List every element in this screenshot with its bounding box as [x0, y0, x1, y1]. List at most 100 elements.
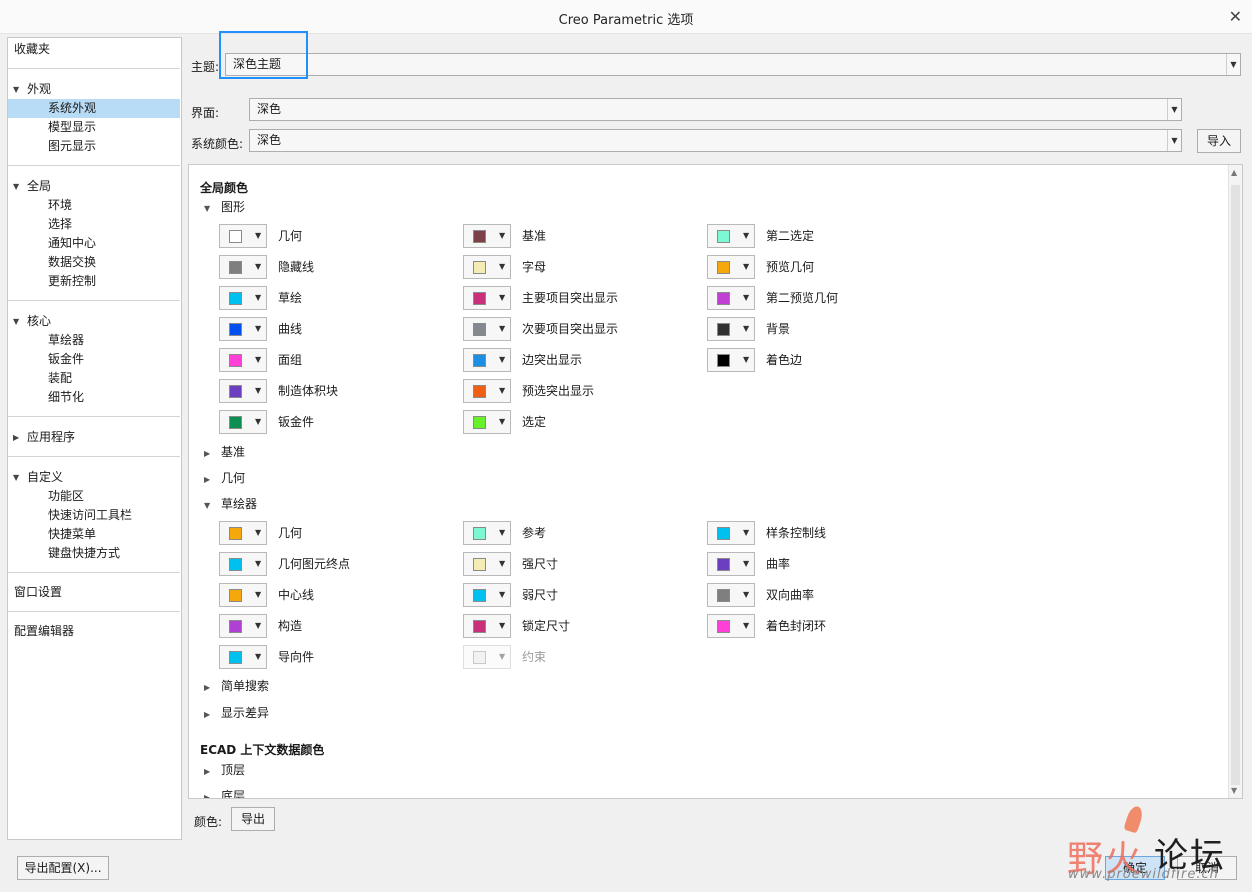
nav-item-shortcut-menus[interactable]: 快捷菜单 [8, 525, 96, 544]
nav-group-appearance[interactable]: ▼ 外观 [8, 80, 51, 99]
export-button[interactable]: 导出 [231, 807, 275, 831]
dropdown-arrow-icon[interactable]: ▼ [255, 523, 261, 543]
dropdown-arrow-icon[interactable]: ▼ [499, 412, 505, 432]
color-picker-button[interactable]: ▼ [463, 348, 511, 372]
sketcher-group-header[interactable]: ▼ 草绘器 [204, 495, 257, 513]
dropdown-arrow-icon[interactable]: ▼ [255, 554, 261, 574]
nav-item-environment[interactable]: 环境 [8, 196, 72, 215]
color-picker-button[interactable]: ▼ [707, 317, 755, 341]
dropdown-arrow-icon[interactable]: ▼ [499, 523, 505, 543]
dropdown-arrow-icon[interactable]: ▼ [499, 554, 505, 574]
dropdown-arrow-icon[interactable]: ▼ [743, 257, 749, 277]
dropdown-arrow-icon[interactable]: ▼ [255, 412, 261, 432]
interface-select[interactable]: 深色 ▼ [249, 98, 1182, 121]
color-picker-button[interactable]: ▼ [463, 583, 511, 607]
dropdown-arrow-icon[interactable]: ▼ [743, 523, 749, 543]
dropdown-arrow-icon[interactable]: ▼ [255, 350, 261, 370]
color-picker-button[interactable]: ▼ [463, 224, 511, 248]
top-layer-group-header[interactable]: ▶ 顶层 [204, 761, 245, 779]
display-diff-group-header[interactable]: ▶ 显示差异 [204, 704, 269, 722]
export-config-button[interactable]: 导出配置(X)... [17, 856, 109, 880]
nav-item-ribbon[interactable]: 功能区 [8, 487, 84, 506]
graphics-group-header[interactable]: ▼ 图形 [204, 198, 245, 216]
bottom-layer-group-header[interactable]: ▶ 底层 [204, 787, 245, 798]
color-picker-button[interactable]: ▼ [219, 255, 267, 279]
scrollbar-thumb[interactable] [1231, 185, 1240, 785]
nav-config-editor[interactable]: 配置编辑器 [14, 622, 74, 641]
nav-group-customize[interactable]: ▼ 自定义 [8, 468, 63, 487]
nav-group-core[interactable]: ▼ 核心 [8, 312, 51, 331]
color-picker-button[interactable]: ▼ [707, 521, 755, 545]
nav-item-detailing[interactable]: 细节化 [8, 388, 84, 407]
dropdown-arrow-icon[interactable]: ▼ [499, 585, 505, 605]
dropdown-arrow-icon[interactable]: ▼ [255, 585, 261, 605]
nav-item-sheetmetal[interactable]: 钣金件 [8, 350, 84, 369]
nav-item-keyboard-shortcuts[interactable]: 键盘快捷方式 [8, 544, 120, 563]
dropdown-arrow-icon[interactable]: ▼ [255, 647, 261, 667]
nav-item-selection[interactable]: 选择 [8, 215, 72, 234]
nav-item-entity-display[interactable]: 图元显示 [8, 137, 96, 156]
close-icon[interactable]: ✕ [1229, 7, 1242, 26]
dropdown-arrow-icon[interactable]: ▼ [499, 226, 505, 246]
nav-item-assembly[interactable]: 装配 [8, 369, 72, 388]
dropdown-arrow-icon[interactable]: ▼ [255, 319, 261, 339]
dropdown-arrow-icon[interactable]: ▼ [255, 288, 261, 308]
color-picker-button[interactable]: ▼ [219, 410, 267, 434]
color-picker-button[interactable]: ▼ [707, 255, 755, 279]
dropdown-arrow-icon[interactable]: ▼ [499, 288, 505, 308]
dropdown-arrow-icon[interactable]: ▼ [499, 381, 505, 401]
color-picker-button[interactable]: ▼ [219, 224, 267, 248]
color-picker-button[interactable]: ▼ [707, 614, 755, 638]
geometry-group-header[interactable]: ▶ 几何 [204, 469, 245, 487]
dropdown-arrow-icon[interactable]: ▼ [499, 319, 505, 339]
color-picker-button[interactable]: ▼ [463, 255, 511, 279]
nav-group-applications[interactable]: ▶ 应用程序 [8, 428, 75, 447]
dropdown-arrow-icon[interactable]: ▼ [255, 226, 261, 246]
dropdown-arrow-icon[interactable]: ▼ [255, 616, 261, 636]
import-button[interactable]: 导入 [1197, 129, 1241, 153]
nav-item-data-exchange[interactable]: 数据交换 [8, 253, 96, 272]
color-picker-button[interactable]: ▼ [463, 521, 511, 545]
system-color-select[interactable]: 深色 ▼ [249, 129, 1182, 152]
vertical-scrollbar[interactable]: ▲ ▼ [1228, 165, 1242, 798]
dropdown-arrow-icon[interactable]: ▼ [499, 257, 505, 277]
color-picker-button[interactable]: ▼ [219, 645, 267, 669]
color-picker-button[interactable]: ▼ [219, 552, 267, 576]
color-picker-button[interactable]: ▼ [463, 379, 511, 403]
dropdown-arrow-icon[interactable]: ▼ [743, 350, 749, 370]
datum-group-header[interactable]: ▶ 基准 [204, 443, 245, 461]
dropdown-arrow-icon[interactable]: ▼ [743, 288, 749, 308]
dropdown-arrow-icon[interactable]: ▼ [743, 319, 749, 339]
simple-search-group-header[interactable]: ▶ 简单搜索 [204, 677, 269, 695]
nav-item-update-control[interactable]: 更新控制 [8, 272, 96, 291]
scroll-up-arrow-icon[interactable]: ▲ [1231, 168, 1237, 177]
color-picker-button[interactable]: ▼ [219, 583, 267, 607]
nav-window-settings[interactable]: 窗口设置 [14, 583, 62, 602]
color-picker-button[interactable]: ▼ [707, 552, 755, 576]
dropdown-arrow-icon[interactable]: ▼ [743, 616, 749, 636]
dropdown-arrow-icon[interactable]: ▼ [743, 554, 749, 574]
color-picker-button[interactable]: ▼ [463, 317, 511, 341]
color-picker-button[interactable]: ▼ [463, 552, 511, 576]
color-picker-button[interactable]: ▼ [463, 614, 511, 638]
color-picker-button[interactable]: ▼ [463, 286, 511, 310]
nav-item-sketcher[interactable]: 草绘器 [8, 331, 84, 350]
dropdown-arrow-icon[interactable]: ▼ [743, 585, 749, 605]
color-picker-button[interactable]: ▼ [707, 224, 755, 248]
color-picker-button[interactable]: ▼ [219, 348, 267, 372]
color-picker-button[interactable]: ▼ [463, 410, 511, 434]
color-picker-button[interactable]: ▼ [219, 379, 267, 403]
color-picker-button[interactable]: ▼ [219, 521, 267, 545]
color-picker-button[interactable]: ▼ [219, 286, 267, 310]
nav-item-system-appearance[interactable]: 系统外观 [8, 99, 180, 118]
color-picker-button[interactable]: ▼ [219, 614, 267, 638]
dropdown-arrow-icon[interactable]: ▼ [255, 257, 261, 277]
dropdown-arrow-icon[interactable]: ▼ [1226, 54, 1240, 75]
dropdown-arrow-icon[interactable]: ▼ [499, 616, 505, 636]
color-picker-button[interactable]: ▼ [707, 348, 755, 372]
nav-item-notification-center[interactable]: 通知中心 [8, 234, 96, 253]
scroll-down-arrow-icon[interactable]: ▼ [1231, 786, 1237, 795]
nav-group-global[interactable]: ▼ 全局 [8, 177, 51, 196]
dropdown-arrow-icon[interactable]: ▼ [1167, 99, 1181, 120]
dropdown-arrow-icon[interactable]: ▼ [499, 350, 505, 370]
